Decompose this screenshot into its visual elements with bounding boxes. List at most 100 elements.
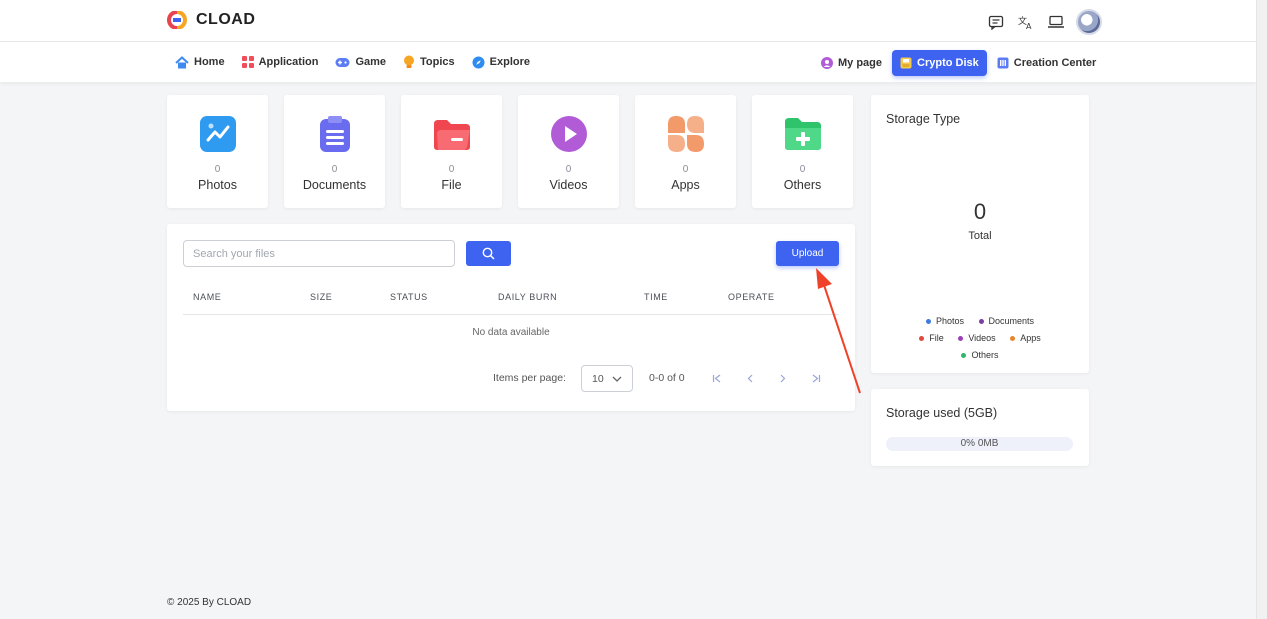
category-label: Apps [671, 178, 700, 192]
folder-icon [434, 120, 470, 150]
nav-item-game[interactable]: Game [335, 56, 386, 68]
legend-label: File [929, 333, 944, 343]
category-count: 0 [448, 164, 455, 175]
home-icon [175, 55, 189, 68]
play-icon [551, 116, 587, 152]
nav-item-my-page[interactable]: My page [819, 50, 884, 76]
logo[interactable]: CLOAD [167, 11, 255, 29]
column-header-name[interactable]: NAME [193, 292, 221, 302]
folder-plus-icon [785, 118, 821, 150]
compass-icon [472, 56, 485, 68]
table-header: NAME SIZE STATUS DAILY BURN TIME OPERATE [183, 291, 839, 315]
next-page-button[interactable] [776, 370, 790, 386]
category-label: Others [783, 178, 822, 192]
chevron-down-icon [612, 376, 622, 382]
legend-item-apps[interactable]: Apps [1010, 330, 1041, 347]
nav-item-application[interactable]: Application [241, 56, 319, 68]
storage-used-title: Storage used (5GB) [886, 406, 998, 420]
category-count: 0 [331, 164, 338, 175]
nav-label: Game [355, 56, 387, 68]
column-header-time[interactable]: TIME [644, 292, 668, 302]
pagination: Items per page: 10 0-0 of 0 [167, 365, 855, 392]
nav-item-topics[interactable]: Topics [403, 55, 455, 69]
storage-used-panel: Storage used (5GB) 0% 0MB [871, 389, 1089, 466]
column-header-daily-burn[interactable]: DAILY BURN [498, 292, 557, 302]
nav-item-crypto-disk[interactable]: Crypto Disk [892, 50, 987, 76]
legend-label: Photos [935, 316, 964, 327]
search-icon [482, 247, 495, 260]
legend-dot [925, 319, 931, 324]
search-input[interactable] [183, 240, 455, 267]
apps-icon [668, 116, 704, 152]
laptop-icon[interactable] [1046, 12, 1066, 32]
gamepad-icon [335, 57, 350, 67]
legend-dot [978, 319, 984, 324]
legend-item-photos[interactable]: Photos [925, 313, 964, 330]
nav-label: My page [838, 57, 883, 69]
legend-item-documents[interactable]: Documents [978, 313, 1035, 330]
legend-item-file[interactable]: File [919, 330, 944, 347]
nav-label: Creation Center [1013, 57, 1097, 69]
first-page-button[interactable] [710, 370, 724, 386]
category-count: 0 [565, 164, 572, 175]
nav-item-creation-center[interactable]: Creation Center [995, 50, 1099, 76]
nav-label: Crypto Disk [917, 57, 979, 69]
legend-label: Documents [988, 316, 1035, 327]
storage-total-label: Total [968, 230, 992, 242]
avatar[interactable] [1076, 9, 1102, 35]
search-button[interactable] [466, 241, 511, 266]
category-card-photos[interactable]: 0 Photos [167, 95, 268, 208]
legend-item-others[interactable]: Others [961, 347, 999, 364]
last-page-button[interactable] [809, 370, 823, 386]
photo-chart-icon [200, 116, 236, 152]
prev-page-button[interactable] [743, 370, 757, 386]
translate-icon[interactable]: 文A [1016, 12, 1036, 32]
chevron-left-icon [747, 374, 753, 382]
storage-type-panel: Storage Type 0 Total Photos Documents Fi… [871, 95, 1089, 373]
column-header-size[interactable]: SIZE [310, 292, 332, 302]
legend-label: Others [971, 349, 999, 360]
category-card-videos[interactable]: 0 Videos [518, 95, 619, 208]
category-label: Videos [549, 178, 588, 192]
category-card-others[interactable]: 0 Others [752, 95, 853, 208]
storage-total-value: 0 [973, 199, 987, 224]
footer-copyright: © 2025 By CLOAD [167, 597, 252, 608]
first-page-icon [712, 374, 721, 382]
category-label: File [441, 178, 462, 192]
clipboard-icon [320, 116, 350, 152]
legend-dot [961, 352, 967, 358]
scrollbar[interactable] [1256, 0, 1267, 619]
nav-label: Home [194, 56, 225, 68]
category-count: 0 [799, 164, 806, 175]
category-label: Photos [198, 178, 237, 192]
items-per-page-select[interactable]: 10 [581, 365, 633, 392]
items-per-page-value: 10 [592, 372, 604, 385]
nav-item-home[interactable]: Home [175, 55, 225, 69]
category-card-file[interactable]: 0 File [401, 95, 502, 208]
main-nav: Home Application Game Topics Explore My … [0, 42, 1256, 82]
page-range: 0-0 of 0 [649, 372, 685, 384]
legend-dot [958, 335, 964, 341]
message-icon[interactable] [986, 12, 1006, 32]
files-panel: Upload NAME SIZE STATUS DAILY BURN TIME … [167, 224, 855, 411]
top-bar: CLOAD 文A [0, 0, 1256, 42]
storage-legend: Photos Documents File Videos Apps Others [871, 313, 1089, 363]
category-count: 0 [214, 164, 221, 175]
category-card-documents[interactable]: 0 Documents [284, 95, 385, 208]
legend-label: Videos [968, 333, 996, 343]
lightbulb-icon [404, 55, 415, 68]
svg-text:A: A [1026, 22, 1032, 30]
legend-label: Apps [1020, 333, 1041, 343]
legend-item-videos[interactable]: Videos [958, 330, 996, 347]
column-header-operate[interactable]: OPERATE [728, 292, 775, 302]
chevron-right-icon [780, 374, 786, 382]
nav-label: Application [258, 56, 319, 68]
column-header-status[interactable]: STATUS [390, 292, 428, 302]
apps-grid-icon [241, 56, 254, 68]
legend-dot [1010, 335, 1016, 341]
upload-button[interactable]: Upload [776, 241, 839, 266]
nav-item-explore[interactable]: Explore [472, 56, 530, 69]
legend-dot [919, 335, 925, 341]
disk-icon [900, 57, 912, 69]
category-card-apps[interactable]: 0 Apps [635, 95, 736, 208]
